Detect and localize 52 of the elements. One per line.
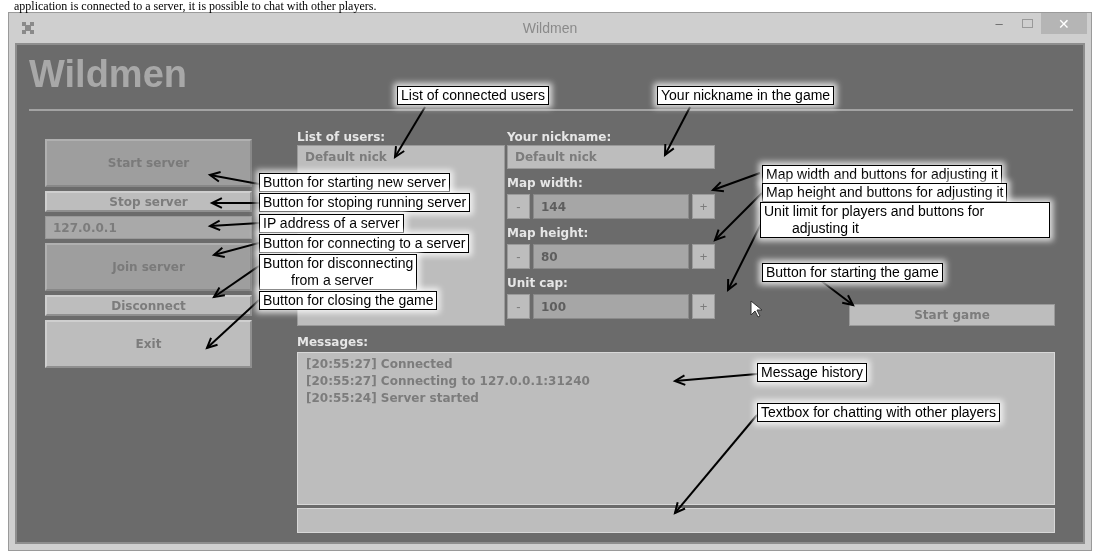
spinner-label: Map height: <box>507 225 590 241</box>
arrow <box>209 197 260 209</box>
arrow <box>207 171 260 185</box>
arrow <box>393 106 426 159</box>
callout-label: Button for closing the game <box>259 291 438 310</box>
side-button[interactable]: Stop server <box>45 191 252 212</box>
start-game-button[interactable]: Start game <box>849 304 1055 326</box>
callout-label: Button for connecting to a server <box>259 234 470 253</box>
app-icon <box>21 21 35 35</box>
message-line: [20:55:27] Connected <box>306 356 453 373</box>
caption-text: application is connected to a server, it is possible to chat with other players. <box>13 0 378 12</box>
callout-label: Unit limit for players and buttons for adjusting it <box>760 202 1050 238</box>
increment-button[interactable]: + <box>692 194 715 219</box>
decrement-button[interactable]: - <box>507 294 530 319</box>
cursor-icon <box>750 300 762 318</box>
callout-label: Textbox for chatting with other players <box>757 403 1000 422</box>
callout-label: Button for disconnecting from a server <box>259 254 418 290</box>
callout-label: Message history <box>757 363 867 382</box>
callout-label: Button for stoping running server <box>259 193 471 212</box>
spinner-label: Unit cap: <box>507 275 569 291</box>
increment-button[interactable]: + <box>692 244 715 269</box>
decrement-button[interactable]: - <box>507 194 530 219</box>
increment-button[interactable]: + <box>692 294 715 319</box>
callout-label: IP address of a server <box>259 214 404 233</box>
messages-label: Messages: <box>297 334 370 350</box>
side-button[interactable]: Exit <box>45 320 252 368</box>
callout-label: Button for starting the game <box>762 263 943 282</box>
message-line: [20:55:27] Connecting to 127.0.0.1:31240 <box>306 373 590 390</box>
nickname-label: Your nickname: <box>507 129 613 145</box>
callout-label: List of connected users <box>397 86 549 105</box>
chat-field[interactable] <box>297 508 1055 533</box>
minimize-button[interactable]: – <box>985 13 1013 34</box>
user-item[interactable]: Default nick <box>305 149 497 165</box>
decrement-button[interactable]: - <box>507 244 530 269</box>
spinner-label: Map width: <box>507 175 584 191</box>
nickname-field[interactable]: Default nick <box>507 145 715 169</box>
value-field[interactable]: 80 <box>533 244 689 269</box>
callout-label: Button for starting new server <box>259 173 450 192</box>
callout-label: Map height and buttons for adjusting it <box>762 183 1008 202</box>
arrow <box>663 106 691 158</box>
window-title: Wildmen <box>522 20 578 36</box>
message-line: [20:55:24] Server started <box>306 390 479 407</box>
arrow <box>207 219 260 232</box>
users-label: List of users: <box>297 129 387 145</box>
side-button[interactable]: Disconnect <box>45 295 252 316</box>
callout-label: Your nickname in the game <box>657 86 835 105</box>
value-field[interactable]: 100 <box>533 294 689 319</box>
app-title: Wildmen <box>29 52 187 97</box>
arrow <box>211 242 260 259</box>
close-button[interactable]: ✕ <box>1041 13 1087 34</box>
arrow <box>819 279 855 307</box>
value-field[interactable]: 144 <box>533 194 689 219</box>
